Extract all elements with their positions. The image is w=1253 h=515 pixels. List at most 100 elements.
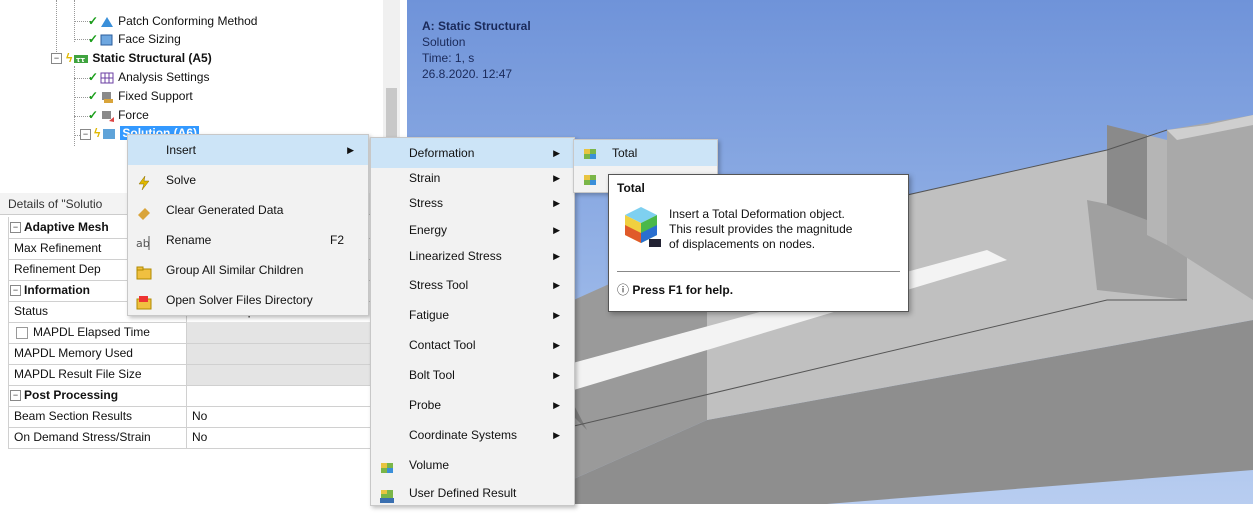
tooltip-help: ⓘ Press F1 for help. [617,281,733,298]
menu-item-total[interactable]: Total [574,140,717,166]
check-icon: ✓ [88,32,99,46]
group-label: Post Processing [24,388,119,402]
menu-item-probe[interactable]: Probe ▶ [371,390,574,420]
check-icon: ✓ [88,70,99,84]
details-column-divider [8,217,9,449]
menu-item-label: Clear Generated Data [166,203,284,217]
tree-item-force[interactable]: ✓ Force [88,106,149,124]
submenu-arrow-icon: ▶ [553,251,560,261]
menu-item-rename[interactable]: ab Rename F2 [128,225,368,255]
menu-item-insert[interactable]: Insert ▶ [128,135,368,165]
submenu-arrow-icon: ▶ [553,310,560,320]
tree-item-label: Static Structural (A5) [92,51,212,65]
submenu-arrow-icon: ▶ [553,198,560,208]
menu-item-label: Volume [409,458,450,472]
details-row-label: On Demand Stress/Strain [14,430,151,444]
tree-item-label: Patch Conforming Method [118,14,258,28]
submenu-arrow-icon: ▶ [553,280,560,290]
tooltip-line: This result provides the magnitude [669,222,853,236]
info-icon: ⓘ [617,283,630,297]
tooltip-line: Insert a Total Deformation object. [669,207,845,221]
check-icon: ✓ [88,14,99,28]
collapse-toggle[interactable]: − [10,222,21,233]
details-row-mapdl-elapsed[interactable]: MAPDL Elapsed Time [14,322,150,343]
menu-item-coordinate-systems[interactable]: Coordinate Systems ▶ [371,420,574,450]
checkbox[interactable] [16,326,28,339]
details-row-label: MAPDL Result File Size [14,367,142,381]
menu-item-stress-tool[interactable]: Stress Tool ▶ [371,270,574,300]
submenu-arrow-icon: ▶ [553,340,560,350]
tree-item-static-structural[interactable]: ϟ ττ Static Structural (A5) [66,49,212,67]
menu-item-label: Linearized Stress [409,249,502,263]
collapse-toggle[interactable]: − [10,285,21,296]
force-icon [99,109,115,123]
total-deformation-icon [582,145,598,161]
tree-item-face-sizing[interactable]: ✓ Face Sizing [88,30,181,48]
tree-item-label: Analysis Settings [118,70,210,84]
tooltip-line: of displacements on nodes. [669,237,816,251]
submenu-arrow-icon: ▶ [553,430,560,440]
menu-item-contact-tool[interactable]: Contact Tool ▶ [371,330,574,360]
details-row-value[interactable]: No [192,427,207,448]
menu-item-open-solver-dir[interactable]: Open Solver Files Directory [128,285,368,315]
menu-item-linearized-stress[interactable]: Linearized Stress ▶ [371,241,574,271]
menu-item-label: Contact Tool [409,338,476,352]
details-row-label: MAPDL Memory Used [14,346,133,360]
details-row-value[interactable]: No [192,406,207,427]
rename-icon: ab [136,232,152,250]
menu-item-stress[interactable]: Stress ▶ [371,188,574,218]
menu-item-fatigue[interactable]: Fatigue ▶ [371,300,574,330]
menu-item-bolt-tool[interactable]: Bolt Tool ▶ [371,360,574,390]
static-structural-icon: ττ [73,52,89,66]
tree-item-patch-conforming[interactable]: ✓ Patch Conforming Method [88,12,257,30]
check-icon: ✓ [88,89,99,103]
solve-lightning-icon [136,172,152,191]
menu-item-label: Insert [166,143,197,157]
volume-result-icon [379,457,395,473]
fixed-support-icon [99,90,115,104]
details-group-post-processing[interactable]: − Post Processing [8,385,384,406]
menu-item-clear-generated-data[interactable]: Clear Generated Data [128,195,368,225]
submenu-arrow-icon: ▶ [347,145,354,155]
menu-item-label: Probe [409,398,442,412]
collapse-toggle[interactable]: − [80,129,91,140]
menu-item-label: Total [612,146,638,160]
tooltip-divider [617,271,900,272]
menu-item-label: Stress [409,196,444,210]
menu-item-label: Fatigue [409,308,450,322]
menu-item-label: Bolt Tool [409,368,455,382]
menu-item-solve[interactable]: Solve [128,165,368,195]
lightning-icon: ϟ [66,51,73,65]
open-folder-icon [136,292,152,310]
details-row-label: Status [14,304,49,318]
tree-item-fixed-support[interactable]: ✓ Fixed Support [88,87,193,105]
group-label: Adaptive Mesh [24,220,109,234]
details-divider [8,448,384,449]
details-row-label: Beam Section Results [14,409,133,423]
menu-item-volume[interactable]: Volume [371,450,574,480]
details-row-label: MAPDL Elapsed Time [33,325,150,339]
solution-icon [101,127,117,141]
menu-item-group-similar[interactable]: Group All Similar Children [128,255,368,285]
tree-item-analysis-settings[interactable]: ✓ Analysis Settings [88,68,209,86]
collapse-toggle[interactable]: − [10,390,21,401]
details-column-divider [186,301,187,449]
folder-icon [136,262,152,280]
menu-item-label: Rename [166,233,212,247]
menu-item-label: Stress Tool [409,278,469,292]
shortcut-label: F2 [329,233,344,247]
collapse-toggle[interactable]: − [51,53,62,64]
eraser-icon [136,202,152,220]
directional-deformation-icon [582,171,598,187]
lightning-icon: ϟ [94,126,101,140]
submenu-arrow-icon: ▶ [553,370,560,380]
tooltip-body: Insert a Total Deformation object. This … [669,207,852,252]
tree-item-label: Face Sizing [118,32,181,46]
menu-item-label: Open Solver Files Directory [166,293,313,307]
group-label: Information [24,283,90,297]
context-menu: Insert ▶ Solve Clear Generated Data ab R… [127,134,369,316]
tree-item-label: Force [118,108,149,122]
face-sizing-icon [99,33,115,47]
details-row-label: Max Refinement [14,241,102,255]
insert-submenu: Deformation ▶ Strain ▶ Stress ▶ Energy ▶… [370,137,575,506]
